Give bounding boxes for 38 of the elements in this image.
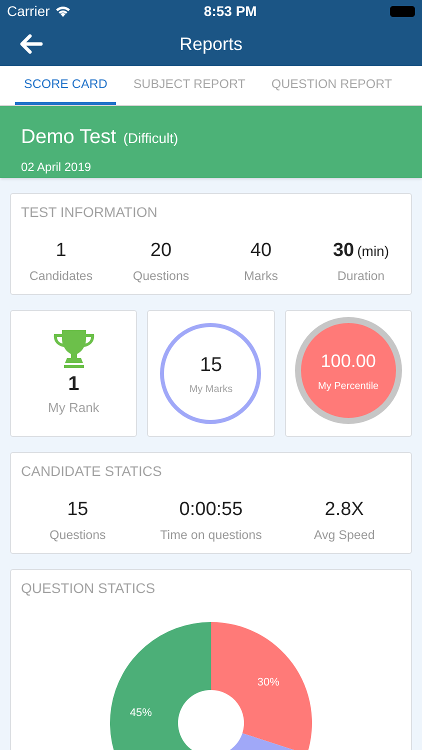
marks-value: 15: [200, 353, 222, 378]
test-name: Demo Test: [21, 125, 116, 150]
stat-label: Duration: [337, 268, 385, 285]
stat-label: Time on questions: [160, 527, 262, 544]
test-date: 02 April 2019: [21, 159, 92, 176]
rank-label: My Rank: [48, 398, 100, 417]
wifi-icon: [54, 5, 71, 17]
stat-value: 1: [56, 239, 66, 263]
stat-label: Candidates: [29, 268, 93, 285]
percentile-value: 100.00: [320, 350, 376, 372]
slice-label: 45%: [130, 706, 152, 719]
stat-label: Questions: [50, 527, 106, 544]
section-heading: QUESTION STATICS: [20, 579, 156, 598]
marks-label: My Marks: [189, 383, 233, 397]
tab[interactable]: QUESTION REPORT: [262, 66, 402, 105]
back-button[interactable]: [18, 34, 44, 54]
stat-label: Questions: [132, 268, 190, 285]
screen-title: Reports: [179, 32, 243, 56]
stat-value: 20: [150, 239, 172, 263]
stat-label: Avg Speed: [314, 527, 375, 544]
stat-label: Marks: [244, 268, 278, 285]
percentile-label: My Percentile: [318, 380, 379, 394]
stat-value: 0:00:55: [179, 498, 243, 522]
trophy-icon: [52, 330, 95, 368]
section-heading: CANDIDATE STATICS: [20, 462, 163, 481]
stat-value: 15: [67, 498, 88, 522]
section-heading: TEST INFORMATION: [20, 203, 158, 222]
stat-value: 30: [332, 239, 354, 263]
tab[interactable]: SUBJECT REPORT: [124, 66, 254, 105]
difficulty-label: (Difficult): [123, 129, 178, 148]
status-time: 8:53 PM: [204, 2, 257, 20]
carrier-label: Carrier: [7, 2, 50, 20]
rank-value: 1: [68, 374, 80, 394]
unit-label: (min): [357, 242, 390, 261]
stat-value: 2.8X: [324, 498, 364, 522]
stat-value: 40: [250, 239, 272, 263]
battery-icon: [390, 6, 415, 16]
slice-label: 30%: [257, 676, 280, 688]
